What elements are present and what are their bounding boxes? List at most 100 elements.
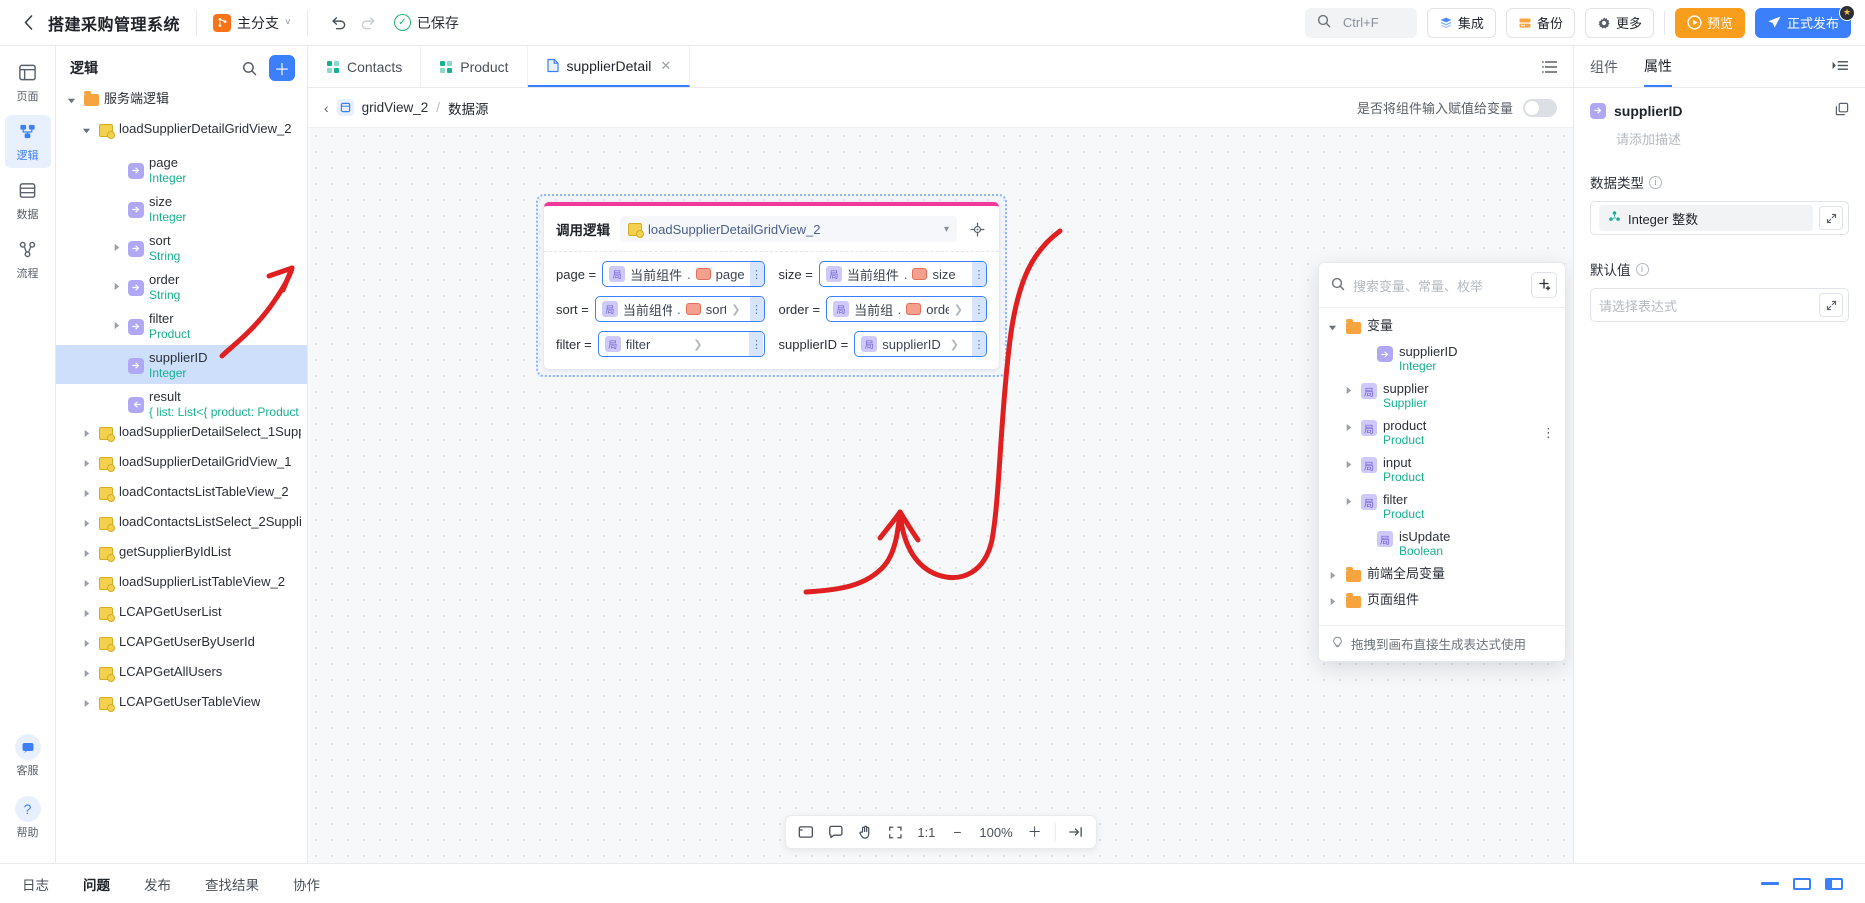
tree-row[interactable]: LCAPGetAllUsers <box>56 663 307 693</box>
restore-icon[interactable] <box>1793 877 1811 890</box>
param-value-order[interactable]: 局当前组件. order ❯ ⋮ <box>826 296 987 322</box>
logic-canvas[interactable]: 调用逻辑 loadSupplierDetailGridView_2 ▾ page… <box>308 128 1573 863</box>
chevron-right-icon[interactable] <box>109 316 123 336</box>
tree-row[interactable]: size Integer <box>56 189 307 228</box>
undo-button[interactable] <box>324 8 354 38</box>
properties-tab-属性[interactable]: 属性 <box>1644 46 1672 87</box>
call-logic-node[interactable]: 调用逻辑 loadSupplierDetailGridView_2 ▾ page… <box>544 202 999 369</box>
chevron-right-icon[interactable] <box>79 573 93 593</box>
chevron-right-icon[interactable] <box>1341 418 1355 436</box>
bottom-bar[interactable]: 日志 问题 发布 查找结果 协作 <box>0 863 1865 903</box>
hand-icon[interactable] <box>851 819 879 845</box>
fit-icon[interactable] <box>881 819 909 845</box>
logic-tree-list[interactable]: 服务端逻辑 loadSupplierDetailGridView_2 page Int… <box>56 90 307 863</box>
variable-row[interactable]: 变量 <box>1319 314 1565 340</box>
backup-button[interactable]: 备份 <box>1505 7 1575 38</box>
chevron-right-icon[interactable] <box>79 663 93 683</box>
more-button[interactable]: 更多 <box>1584 7 1654 38</box>
assign-to-variable-toggle[interactable] <box>1523 98 1557 117</box>
copy-icon[interactable] <box>1835 102 1849 119</box>
rail-item-data[interactable]: 数据 <box>5 174 51 227</box>
expand-icon[interactable] <box>1819 293 1843 317</box>
chevron-right-icon[interactable] <box>79 543 93 563</box>
chevron-right-icon[interactable] <box>1341 381 1355 399</box>
chevron-right-icon[interactable] <box>109 238 123 258</box>
defaultvalue-field[interactable]: 请选择表达式 <box>1590 288 1849 322</box>
defaultvalue-input[interactable]: 请选择表达式 <box>1599 296 1813 315</box>
variable-row[interactable]: supplierID Integer <box>1319 340 1565 377</box>
tree-row[interactable]: 服务端逻辑 <box>56 90 307 120</box>
canvas-zoom-toolbar[interactable]: 1:1 − 100% ＋ <box>784 815 1097 849</box>
redo-button[interactable] <box>354 8 384 38</box>
tree-row[interactable]: LCAPGetUserList <box>56 603 307 633</box>
tree-row[interactable]: loadSupplierDetailSelect_1Supp <box>56 423 307 453</box>
chevron-right-icon[interactable] <box>1325 592 1339 610</box>
variable-row[interactable]: 局 input Product <box>1319 451 1565 488</box>
variable-tree[interactable]: 变量 supplierID Integer 局 supplier Supplier 局 pro… <box>1319 308 1565 625</box>
bottom-tab-日志[interactable]: 日志 <box>22 874 49 894</box>
preview-button[interactable]: 预览 <box>1674 7 1745 38</box>
tree-row[interactable]: loadSupplierDetailGridView_2 <box>56 120 307 150</box>
info-icon[interactable]: i <box>1635 262 1649 276</box>
param-value-supplierID[interactable]: 局 supplierID ❯ ⋮ <box>854 331 987 357</box>
chevron-right-icon[interactable] <box>1341 455 1355 473</box>
chevron-right-icon[interactable] <box>79 693 93 713</box>
chevron-down-icon[interactable] <box>1325 318 1339 336</box>
more-icon[interactable]: ⋮ <box>1542 425 1555 441</box>
chevron-right-icon[interactable] <box>79 483 93 503</box>
variable-row[interactable]: 局 supplier Supplier <box>1319 377 1565 414</box>
bottom-tab-问题[interactable]: 问题 <box>83 874 110 894</box>
tab-contacts[interactable]: Contacts <box>308 46 422 87</box>
param-more-icon[interactable]: ⋮ <box>749 262 764 286</box>
close-icon[interactable]: ✕ <box>660 58 671 74</box>
add-logic-button[interactable]: ＋ <box>269 55 295 81</box>
chevron-down-icon[interactable] <box>79 120 93 140</box>
panel-menu-icon[interactable] <box>1832 59 1849 75</box>
chevron-right-icon[interactable] <box>79 513 93 533</box>
search-icon[interactable] <box>237 56 261 80</box>
breadcrumb-node[interactable]: gridView_2 <box>362 100 429 115</box>
zoom-ratio-button[interactable]: 1:1 <box>911 819 941 845</box>
add-variable-icon[interactable] <box>1531 272 1557 298</box>
datatype-value-chip[interactable]: Integer 整数 <box>1599 205 1813 231</box>
param-more-icon[interactable]: ⋮ <box>749 297 764 321</box>
info-icon[interactable]: i <box>1649 175 1662 189</box>
frame-icon[interactable] <box>791 819 819 845</box>
tree-row[interactable]: filter Product <box>56 306 307 345</box>
tab-list-button[interactable] <box>1528 46 1573 87</box>
chevron-right-icon[interactable] <box>79 633 93 653</box>
chevron-right-icon[interactable] <box>79 603 93 623</box>
rail-item-logic[interactable]: 逻辑 <box>4 115 51 168</box>
expand-icon[interactable] <box>1819 206 1843 230</box>
rail-item-support[interactable]: 客服 <box>5 727 51 783</box>
variable-row[interactable]: 局 filter Product <box>1319 488 1565 525</box>
collapse-panel-icon[interactable] <box>1062 819 1090 845</box>
variable-search-input[interactable]: 搜索变量、常量、枚举 <box>1353 276 1523 295</box>
param-value-size[interactable]: 局当前组件. size ⋮ <box>818 261 987 287</box>
tree-row[interactable]: loadContactsListSelect_2Suppli <box>56 513 307 543</box>
comment-icon[interactable] <box>821 819 849 845</box>
bottom-tab-发布[interactable]: 发布 <box>144 874 171 894</box>
integration-button[interactable]: 集成 <box>1426 7 1496 38</box>
properties-tabs[interactable]: 组件 属性 <box>1574 46 1865 88</box>
param-value-filter[interactable]: 局 filter ❯ ⋮ <box>597 331 765 357</box>
crosshair-icon[interactable] <box>967 219 987 239</box>
chevron-right-icon[interactable] <box>79 423 93 443</box>
property-description-input[interactable]: 请添加描述 <box>1616 129 1849 148</box>
chevron-right-icon[interactable] <box>109 277 123 297</box>
logic-select[interactable]: loadSupplierDetailGridView_2 ▾ <box>620 216 957 242</box>
breadcrumb-back-button[interactable]: ‹ <box>324 100 329 116</box>
chevron-right-icon[interactable] <box>79 453 93 473</box>
editor-tabs[interactable]: Contacts Product supplierDetail ✕ <box>308 46 1573 88</box>
tree-row[interactable]: LCAPGetUserTableView <box>56 693 307 723</box>
tree-row[interactable]: loadSupplierDetailGridView_1 <box>56 453 307 483</box>
user-avatar-badge[interactable]: ★ <box>1839 4 1855 21</box>
zoom-out-button[interactable]: − <box>943 819 971 845</box>
properties-tab-组件[interactable]: 组件 <box>1590 46 1618 87</box>
tree-row[interactable]: loadSupplierListTableView_2 <box>56 573 307 603</box>
publish-button[interactable]: 正式发布 <box>1754 7 1851 38</box>
tree-row[interactable]: sort String <box>56 228 307 267</box>
param-more-icon[interactable]: ⋮ <box>972 262 986 286</box>
bottom-tab-查找结果[interactable]: 查找结果 <box>205 874 259 894</box>
chevron-down-icon[interactable] <box>64 90 78 110</box>
